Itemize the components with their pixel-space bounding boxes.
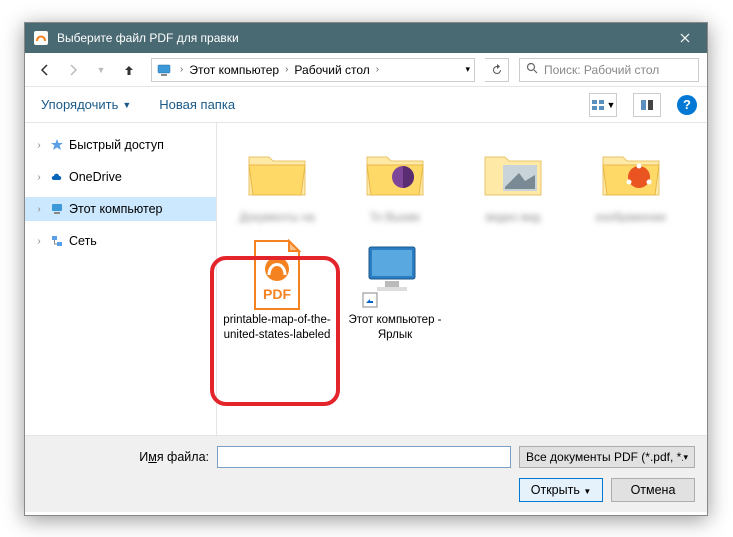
file-label: printable-map-of-the-united-states-label… (223, 313, 331, 342)
filename-label: Имя файла: (37, 450, 209, 464)
sidebar-item-label: OneDrive (69, 170, 122, 184)
up-button[interactable] (117, 58, 141, 82)
filename-input[interactable] (217, 446, 511, 468)
expand-icon: › (33, 140, 45, 151)
shortcut-item[interactable]: Этот компьютер - Ярлык (339, 235, 451, 346)
toolbar: Упорядочить ▼ Новая папка ▼ ? (25, 87, 707, 123)
folder-icon (591, 137, 671, 209)
recent-dropdown[interactable]: ▼ (89, 58, 113, 82)
chevron-down-icon: ▾ (683, 452, 688, 463)
open-button[interactable]: Открыть ▼ (519, 478, 603, 502)
folder-icon (237, 137, 317, 209)
back-button[interactable] (33, 58, 57, 82)
pc-icon (49, 201, 65, 217)
new-folder-button[interactable]: Новая папка (153, 93, 241, 116)
file-label: То Вьюве (370, 211, 420, 225)
breadcrumb-folder[interactable]: Рабочий стол (292, 63, 371, 77)
file-label: Этот компьютер - Ярлык (341, 313, 449, 342)
cancel-button[interactable]: Отмена (611, 478, 695, 502)
view-options-button[interactable]: ▼ (589, 93, 617, 117)
expand-icon: › (33, 172, 45, 183)
folder-icon (473, 137, 553, 209)
sidebar-item-label: Этот компьютер (69, 202, 162, 216)
search-input[interactable]: Поиск: Рабочий стол (519, 58, 699, 82)
folder-item[interactable]: Документы на (221, 133, 333, 229)
file-label: изображение (596, 211, 667, 225)
pdf-icon: PDF (237, 239, 317, 311)
sidebar-item-onedrive[interactable]: › OneDrive (25, 165, 216, 189)
folder-item[interactable]: То Вьюве (339, 133, 451, 229)
sidebar-item-quickaccess[interactable]: › Быстрый доступ (25, 133, 216, 157)
file-label: Документы на (239, 211, 314, 225)
cloud-icon (49, 169, 65, 185)
bottom-bar: Имя файла: Все документы PDF (*.pdf, *.p… (25, 435, 707, 512)
filetype-combo[interactable]: Все документы PDF (*.pdf, *.pс ▾ (519, 446, 695, 468)
sidebar-item-label: Быстрый доступ (69, 138, 164, 152)
preview-pane-button[interactable] (633, 93, 661, 117)
folder-item[interactable]: изображение (575, 133, 687, 229)
breadcrumb-root[interactable]: Этот компьютер (187, 63, 281, 77)
sidebar-item-label: Сеть (69, 234, 97, 248)
folder-icon (355, 137, 435, 209)
pdf-file-item[interactable]: PDF printable-map-of-the-united-states-l… (221, 235, 333, 346)
address-bar[interactable]: › Этот компьютер › Рабочий стол › ▾ (151, 58, 475, 82)
search-placeholder: Поиск: Рабочий стол (544, 63, 659, 77)
help-button[interactable]: ? (677, 95, 697, 115)
file-open-dialog: Выберите файл PDF для правки ▼ › Этот ко… (24, 22, 708, 516)
search-icon (526, 62, 538, 77)
file-label: видео вид (486, 211, 540, 225)
addr-dropdown-icon[interactable]: ▾ (465, 64, 470, 75)
organize-button[interactable]: Упорядочить ▼ (35, 93, 137, 116)
network-icon (49, 233, 65, 249)
chevron-down-icon: ▼ (122, 100, 131, 110)
pc-icon (156, 62, 172, 78)
star-icon (49, 137, 65, 153)
forward-button[interactable] (61, 58, 85, 82)
titlebar: Выберите файл PDF для правки (25, 23, 707, 53)
sidebar-item-network[interactable]: › Сеть (25, 229, 216, 253)
expand-icon: › (33, 236, 45, 247)
sidebar-item-thispc[interactable]: › Этот компьютер (25, 197, 216, 221)
app-icon (33, 30, 49, 46)
dialog-body: › Быстрый доступ › OneDrive › Э (25, 123, 707, 435)
sidebar: › Быстрый доступ › OneDrive › Э (25, 123, 217, 435)
computer-icon (355, 239, 435, 311)
window-title: Выберите файл PDF для правки (57, 31, 662, 45)
folder-item[interactable]: видео вид (457, 133, 569, 229)
expand-icon: › (33, 204, 45, 215)
close-button[interactable] (662, 23, 707, 53)
nav-row: ▼ › Этот компьютер › Рабочий стол › ▾ По… (25, 53, 707, 87)
refresh-button[interactable] (485, 58, 509, 82)
file-area[interactable]: Документы на То Вьюве видео вид изображе… (217, 123, 707, 435)
svg-text:PDF: PDF (263, 286, 291, 302)
